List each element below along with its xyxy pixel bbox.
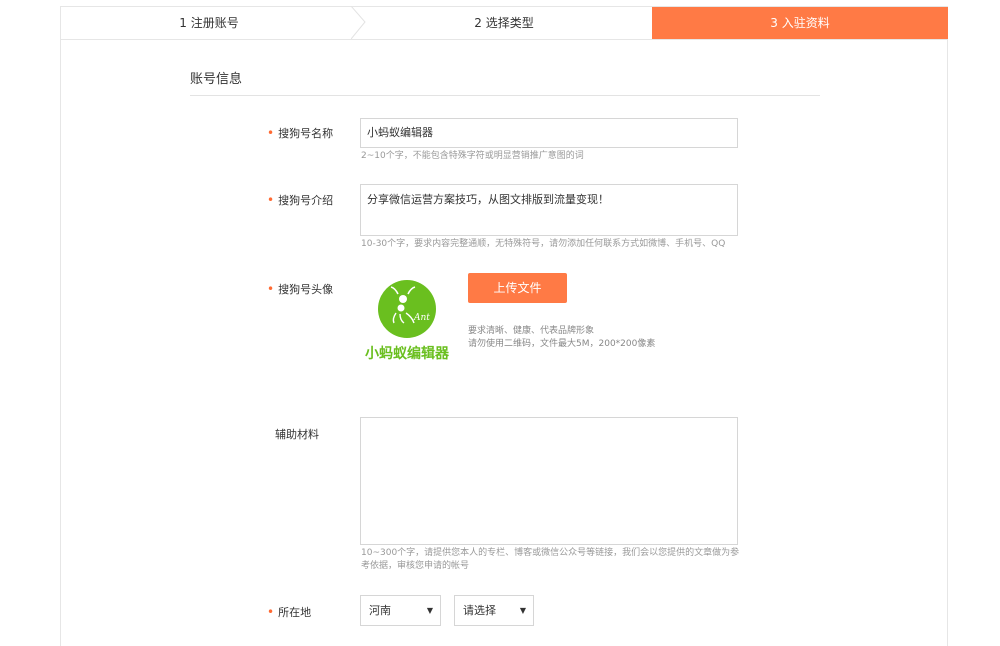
- chevron-down-icon: ▼: [426, 606, 433, 615]
- name-input[interactable]: 小蚂蚁编辑器: [360, 118, 738, 148]
- materials-label: 辅助材料: [275, 428, 319, 441]
- chevron-down-icon: ▼: [519, 606, 526, 615]
- upload-file-button[interactable]: 上传文件: [468, 273, 567, 303]
- step-progress-bar: 1 注册账号 2 选择类型 3 入驻资料: [60, 6, 948, 40]
- avatar-logo-text: 小蚂蚁编辑器: [365, 346, 449, 362]
- name-label: • 搜狗号名称: [267, 126, 334, 140]
- materials-textarea[interactable]: [360, 417, 738, 545]
- name-hint: 2~10个字，不能包含特殊字符或明显营销推广意图的词: [361, 151, 584, 161]
- intro-hint: 10-30个字，要求内容完整通顺，无特殊符号，请勿添加任何联系方式如微博、手机号…: [361, 239, 726, 249]
- province-select[interactable]: 河南 ▼: [360, 595, 441, 626]
- section-title: 账号信息: [190, 72, 243, 87]
- required-dot: •: [267, 282, 275, 296]
- materials-hint: 10~300个字，请提供您本人的专栏、博客或微信公众号等链接，我们会以您提供的文…: [361, 548, 740, 571]
- required-dot: •: [267, 126, 275, 140]
- step-register-account: 1 注册账号: [179, 16, 239, 30]
- section-divider: [190, 95, 820, 96]
- required-dot: •: [267, 605, 275, 619]
- step-choose-type: 2 选择类型: [474, 16, 534, 30]
- city-select[interactable]: 请选择 ▼: [454, 595, 534, 626]
- location-label: • 所在地: [267, 605, 312, 619]
- step-settle-info: 3 入驻资料: [652, 7, 948, 39]
- avatar-hint: 要求清晰、健康、代表品牌形象 请勿使用二维码，文件最大5M，200*200像素: [468, 326, 656, 349]
- intro-label: • 搜狗号介绍: [267, 193, 334, 207]
- intro-textarea[interactable]: 分享微信运营方案技巧，从图文排版到流量变现！: [360, 184, 738, 236]
- required-dot: •: [267, 193, 275, 207]
- avatar-label: • 搜狗号头像: [267, 282, 334, 296]
- svg-text:Ant: Ant: [413, 313, 430, 323]
